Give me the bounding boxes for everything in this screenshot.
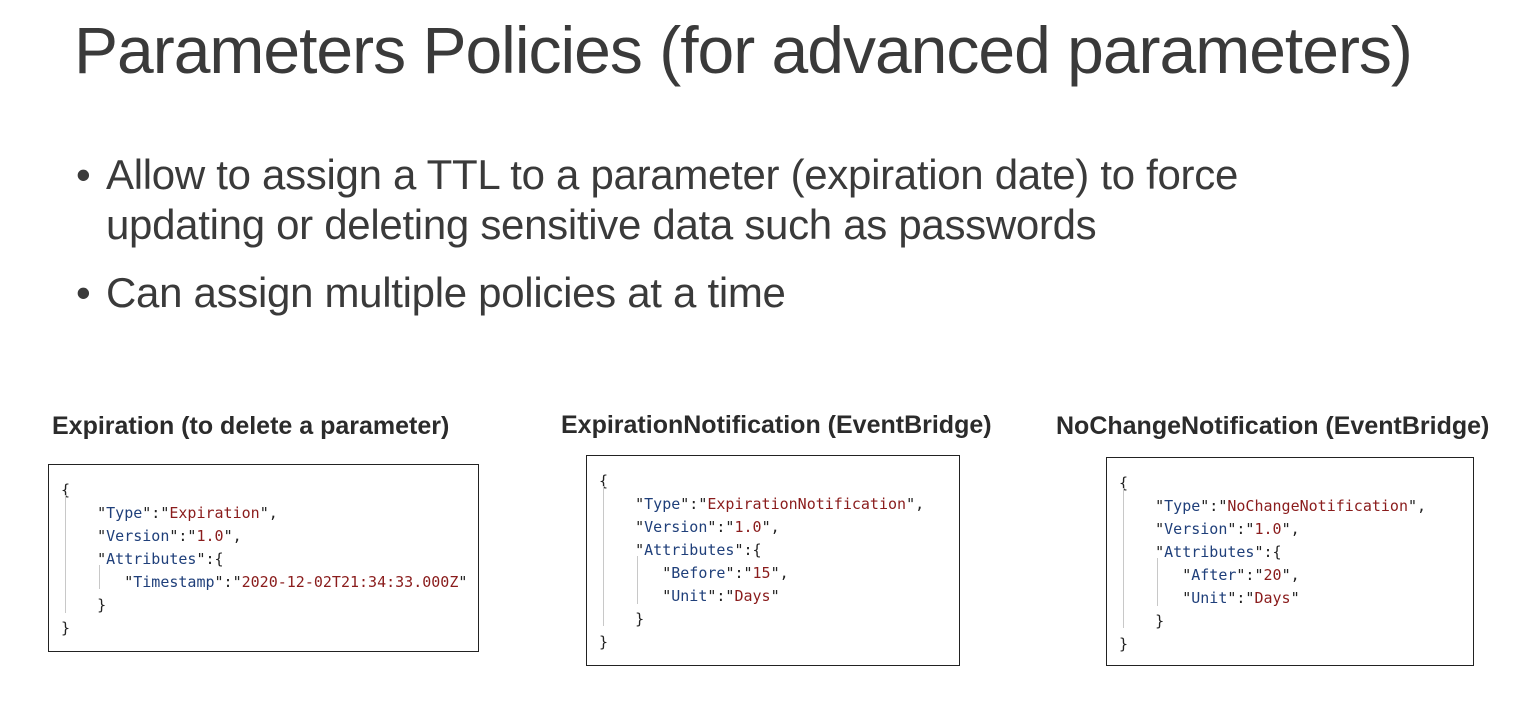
code-line: "Type":"Expiration",	[61, 504, 278, 522]
bullet-dot-icon: •	[76, 151, 91, 198]
code-line: "Before":"15",	[599, 564, 789, 582]
code-block-expiration: { "Type":"Expiration", "Version":"1.0", …	[48, 464, 479, 652]
bullet-item: • Can assign multiple policies at a time	[74, 268, 1374, 318]
code-line: "Version":"1.0",	[599, 518, 780, 536]
bullet-dot-icon: •	[76, 269, 91, 316]
code-line: "Timestamp":"2020-12-02T21:34:33.000Z"	[61, 573, 468, 591]
code-block-expiration-notification: { "Type":"ExpirationNotification", "Vers…	[586, 455, 960, 666]
code-line: {	[1119, 474, 1129, 492]
code-line: "Type":"NoChangeNotification",	[1119, 497, 1427, 515]
code-line: "After":"20",	[1119, 566, 1300, 584]
bullet-text: Can assign multiple policies at a time	[106, 269, 786, 316]
policy-heading-expiration: Expiration (to delete a parameter)	[52, 412, 450, 440]
indent-guide	[637, 556, 638, 604]
indent-guide	[99, 565, 100, 589]
policy-heading-no-change-notification: NoChangeNotification (EventBridge)	[1056, 412, 1490, 440]
policy-heading-expiration-notification: ExpirationNotification (EventBridge)	[561, 411, 992, 439]
code-line: "Version":"1.0",	[1119, 520, 1300, 538]
bullet-text-continued: updating or deleting sensitive data such…	[106, 201, 1097, 248]
indent-guide	[603, 486, 604, 626]
code-line: "Unit":"Days"	[1119, 589, 1300, 607]
bullet-item: • Allow to assign a TTL to a parameter (…	[74, 150, 1374, 250]
code-line: }	[599, 610, 645, 628]
code-line: }	[599, 633, 609, 651]
code-line: "Type":"ExpirationNotification",	[599, 495, 925, 513]
bullet-text: Allow to assign a TTL to a parameter (ex…	[106, 151, 1238, 198]
code-block-no-change-notification: { "Type":"NoChangeNotification", "Versio…	[1106, 457, 1474, 666]
code-line: }	[61, 619, 71, 637]
code-line: {	[599, 472, 609, 490]
code-line: "Attributes":{	[599, 541, 762, 559]
slide-title: Parameters Policies (for advanced parame…	[74, 13, 1413, 87]
code-line: }	[61, 596, 107, 614]
indent-guide	[1157, 558, 1158, 606]
code-line: {	[61, 481, 71, 499]
code-line: }	[1119, 612, 1165, 630]
code-line: "Version":"1.0",	[61, 527, 242, 545]
bullet-list: • Allow to assign a TTL to a parameter (…	[74, 150, 1374, 318]
indent-guide	[1123, 488, 1124, 628]
code-line: "Attributes":{	[61, 550, 224, 568]
indent-guide	[65, 495, 66, 613]
code-line: "Unit":"Days"	[599, 587, 780, 605]
code-line: "Attributes":{	[1119, 543, 1282, 561]
code-line: }	[1119, 635, 1129, 653]
